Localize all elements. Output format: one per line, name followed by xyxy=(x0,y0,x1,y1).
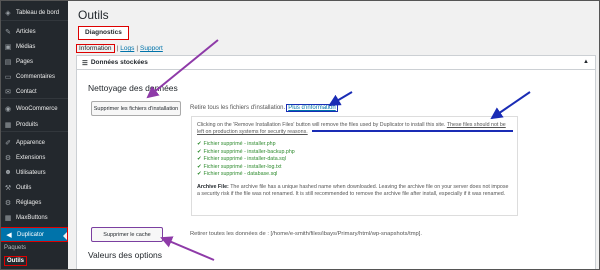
collapse-arrow-icon[interactable]: ▲ xyxy=(583,59,589,65)
sidebar-item-label: Produits xyxy=(16,121,39,128)
duplicator-icon: ◀ xyxy=(6,231,12,239)
options-title: Valeurs des options xyxy=(88,250,163,260)
cleanup-title: Nettoyage des données xyxy=(88,83,178,93)
plugin-icon: ⚙ xyxy=(4,154,12,162)
check-icon: ✔ xyxy=(197,156,202,162)
sidebar-item-produits[interactable]: ▦ Produits xyxy=(0,117,68,132)
sidebar-item-label: Extensions xyxy=(16,154,46,161)
list-item: ✔ Fichier supprimé - installer-log.txt xyxy=(197,163,282,170)
check-icon: ✔ xyxy=(197,171,202,177)
info-text: Clicking on the 'Remove Installation Fil… xyxy=(197,122,512,136)
sidebar-item-apparence[interactable]: ✐ Apparence xyxy=(0,135,68,150)
sidebar-item-extensions[interactable]: ⚙ Extensions xyxy=(0,150,68,165)
sidebar-item-r-glages[interactable]: ⚙ Réglages xyxy=(0,195,68,210)
media-icon: ▣ xyxy=(4,43,12,51)
woo-icon: ◉ xyxy=(4,105,12,113)
sidebar-item-label: MaxButtons xyxy=(16,214,48,221)
list-item: ✔ Fichier supprimé - installer.php xyxy=(197,141,276,147)
tools-icon: ⚒ xyxy=(4,184,12,192)
archive-label: Archive File: xyxy=(197,183,229,190)
sidebar-item-label: Utilisateurs xyxy=(16,169,46,176)
list-item: ✔ Fichier supprimé - database.sql xyxy=(197,171,278,177)
submenu-header-paquets[interactable]: Paquets xyxy=(4,245,26,251)
sidebar-item-articles[interactable]: ✎ Articles xyxy=(0,24,68,39)
sidebar-item-outils[interactable]: ⚒ Outils xyxy=(0,180,68,195)
info-intro: Clicking on the 'Remove Installation Fil… xyxy=(197,122,446,128)
sidebar-item-label: Outils xyxy=(16,184,32,191)
sidebar-item-label: Duplicator xyxy=(17,231,45,238)
remove-description: Retire tous les fichiers d'installation.… xyxy=(190,104,338,112)
sidebar-item-maxbuttons[interactable]: ▦ MaxButtons xyxy=(0,210,68,225)
remove-installation-files-button[interactable]: Supprimer les fichiers d'installation xyxy=(91,101,181,116)
grid-icon: ▦ xyxy=(4,214,12,222)
sidebar-item-pages[interactable]: ▤ Pages xyxy=(0,54,68,69)
sidebar-divider xyxy=(0,98,68,99)
sidebar-item-label: WooCommerce xyxy=(16,105,58,112)
sidebar-item-label: Réglages xyxy=(16,199,42,206)
list-item: ✔ Fichier supprimé - installer-backup.php xyxy=(197,148,295,155)
list-icon: ☰ xyxy=(82,59,88,67)
subnav-support[interactable]: Support xyxy=(140,45,163,52)
sidebar-item-label: Commentaires xyxy=(16,73,56,80)
deleted-files-list: ✔ Fichier supprimé - installer.php ✔ Fichi… xyxy=(197,141,512,179)
sidebar-item-woocommerce[interactable]: ◉ WooCommerce xyxy=(0,101,68,116)
check-icon: ✔ xyxy=(197,141,202,147)
subnav-separator: | xyxy=(116,45,119,52)
brush-icon: ✐ xyxy=(5,139,11,147)
comment-icon: ▭ xyxy=(4,73,12,81)
archive-note: Archive File: The archive file has a uni… xyxy=(197,184,512,198)
stored-data-panel: ☰ Données stockées ▲ Nettoyage des donné… xyxy=(76,55,596,270)
clear-cache-button[interactable]: Supprimer le cache xyxy=(91,227,163,242)
subnav-separator: | xyxy=(136,45,139,52)
list-item: ✔ Fichier supprimé - installer-data.sql xyxy=(197,156,286,162)
sidebar-item-label: Tableau de bord xyxy=(16,9,60,16)
sidebar-item-tableau-de-bord[interactable]: ◈ Tableau de bord xyxy=(0,5,68,20)
mail-icon: ✉ xyxy=(5,88,11,96)
submenu-item-outils[interactable]: Outils xyxy=(4,256,28,266)
subnav-information[interactable]: Information xyxy=(76,44,115,53)
sidebar-item-label: Contact xyxy=(16,88,37,95)
active-indicator xyxy=(63,232,67,240)
sidebar-item-commentaires[interactable]: ▭ Commentaires xyxy=(0,69,68,84)
remove-desc-text: Retire tous les fichiers d'installation. xyxy=(190,105,286,111)
sidebar-item-contact[interactable]: ✉ Contact xyxy=(0,84,68,99)
settings-icon: ⚙ xyxy=(4,199,12,207)
check-icon: ✔ xyxy=(197,163,202,170)
subnav: Information | Logs | Support xyxy=(76,44,163,53)
dashboard-icon: ◈ xyxy=(5,9,11,17)
sidebar-item-label: Pages xyxy=(16,58,34,65)
tab-diagnostics[interactable]: Diagnostics xyxy=(78,26,129,40)
check-icon: ✔ xyxy=(197,148,202,155)
page-icon: ▤ xyxy=(4,58,12,66)
panel-header[interactable]: ☰ Données stockées ▲ xyxy=(77,56,595,70)
sidebar-item-label: Articles xyxy=(16,28,36,35)
sidebar-item-label: Apparence xyxy=(16,139,46,146)
sidebar-item-duplicator[interactable]: ◀ Duplicator xyxy=(0,227,68,242)
sidebar-item-utilisateurs[interactable]: ☻ Utilisateurs xyxy=(0,165,68,180)
archive-text: The archive file has a unique hashed nam… xyxy=(197,183,509,197)
sidebar-item-m-dias[interactable]: ▣ Médias xyxy=(0,39,68,54)
users-icon: ☻ xyxy=(4,169,12,176)
sidebar-item-label: Médias xyxy=(16,43,36,50)
more-info-link[interactable]: Plus d'information xyxy=(286,104,338,112)
panel-title: Données stockées xyxy=(90,59,148,66)
admin-sidebar: ◈ Tableau de bord ✎ Articles ▣ Médias ▤ Pages ▭ C… xyxy=(0,0,68,270)
pin-icon: ✎ xyxy=(5,28,11,36)
sidebar-divider xyxy=(0,131,68,132)
page-title: Outils xyxy=(78,8,109,22)
sidebar-divider xyxy=(0,20,68,21)
box-icon: ▦ xyxy=(4,121,12,129)
subnav-logs[interactable]: Logs xyxy=(120,45,134,52)
cache-description: Retirer toutes les données de : [/home/e… xyxy=(190,231,422,237)
annotation-underline xyxy=(312,130,513,132)
